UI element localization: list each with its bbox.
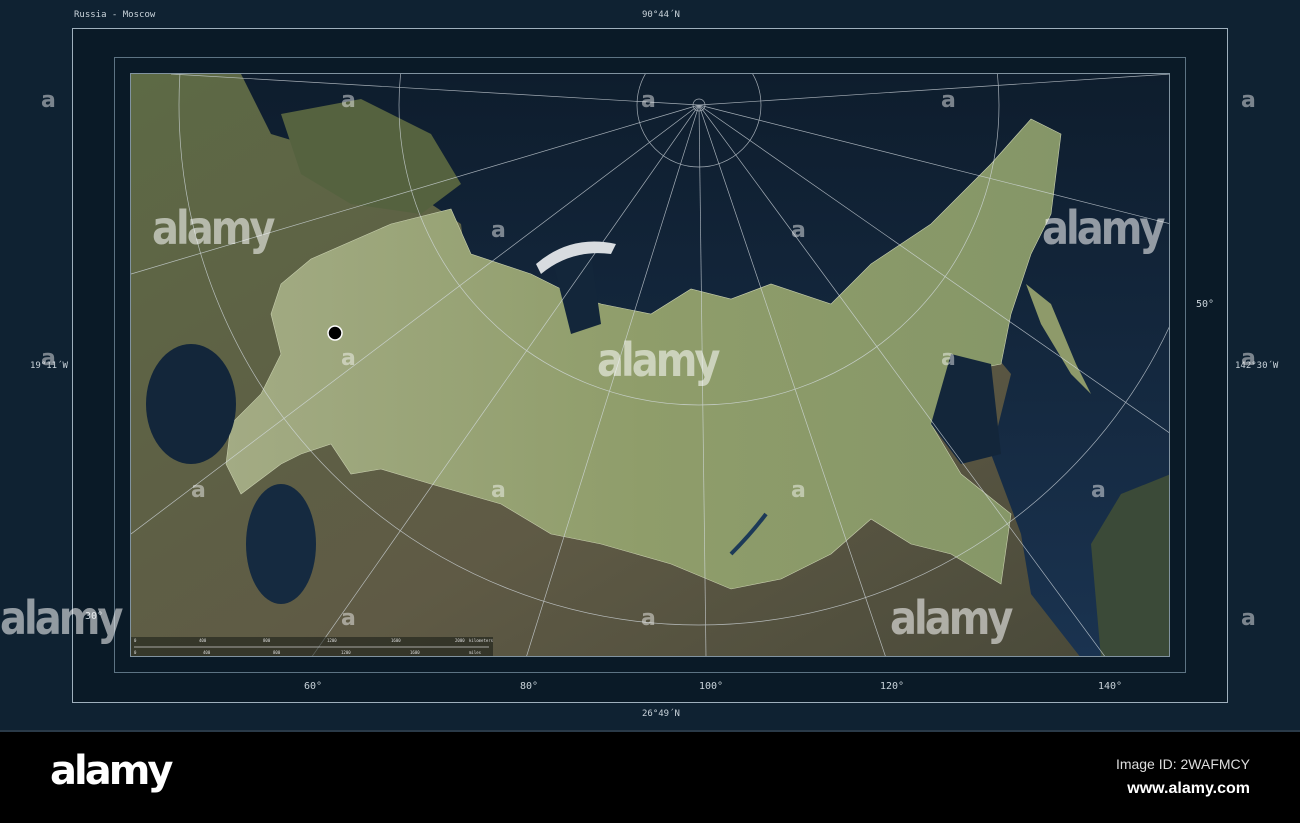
scale-label: 1600 — [391, 638, 401, 643]
scale-label: 1200 — [327, 638, 337, 643]
scale-label: 1200 — [341, 650, 351, 655]
longitude-tick: 100° — [698, 681, 724, 692]
watermark-letter: a — [941, 88, 956, 113]
latitude-tick-right: 50° — [1195, 299, 1215, 310]
longitude-tick: 80° — [519, 681, 539, 692]
black-sea — [146, 344, 236, 464]
watermark-letter: a — [641, 606, 656, 631]
alamy-logo: alamy — [50, 748, 173, 794]
longitude-tick: 60° — [303, 681, 323, 692]
footer-bar: alamy Image ID: 2WAFMCY www.alamy.com — [0, 730, 1300, 823]
scale-label: 1600 — [410, 650, 420, 655]
watermark-letter: a — [1091, 478, 1106, 503]
watermark-letter: a — [1241, 346, 1256, 371]
watermark-letter: a — [791, 218, 806, 243]
watermark: alamy — [0, 592, 123, 646]
longitude-tick: 140° — [1097, 681, 1123, 692]
watermark-letter: a — [341, 346, 356, 371]
map-title: Russia - Moscow — [74, 10, 156, 20]
watermark-letter: a — [41, 88, 56, 113]
watermark-letter: a — [791, 478, 806, 503]
top-coordinate-label: 90°44´N — [642, 10, 680, 20]
scale-label: 800 — [273, 650, 281, 655]
watermark: alamy — [1042, 202, 1165, 256]
watermark-letter: a — [191, 478, 206, 503]
scale-label: 400 — [203, 650, 211, 655]
scale-unit: miles — [469, 650, 482, 655]
watermark-letter: a — [491, 218, 506, 243]
watermark-letter: a — [941, 346, 956, 371]
scale-label: 800 — [263, 638, 271, 643]
caspian-sea — [246, 484, 316, 604]
map-frame: Russia - Moscow 90°44´N 26°49´N 19°11´W … — [0, 0, 1300, 730]
watermark-letter: a — [341, 606, 356, 631]
watermark-letter: a — [41, 346, 56, 371]
scale-label: 0 — [134, 650, 137, 655]
scale-label: 0 — [134, 638, 137, 643]
watermark: alamy — [890, 592, 1013, 646]
watermark: alamy — [597, 334, 720, 388]
bottom-coordinate-label: 26°49´N — [642, 709, 680, 719]
longitude-tick: 120° — [879, 681, 905, 692]
moscow-marker[interactable] — [327, 325, 343, 341]
image-id: Image ID: 2WAFMCY — [1115, 756, 1250, 772]
watermark-letter: a — [641, 88, 656, 113]
scale-bar-labels: 0 400 800 1200 1600 2000 kilometers 0 40… — [131, 637, 494, 656]
watermark: alamy — [152, 202, 275, 256]
watermark-letter: a — [1241, 606, 1256, 631]
watermark-letter: a — [1241, 88, 1256, 113]
site-url[interactable]: www.alamy.com — [1127, 780, 1250, 798]
scale-unit: kilometers — [469, 638, 494, 643]
scale-label: 400 — [199, 638, 207, 643]
watermark-letter: a — [491, 478, 506, 503]
watermark-letter: a — [341, 88, 356, 113]
scale-label: 2000 — [455, 638, 465, 643]
